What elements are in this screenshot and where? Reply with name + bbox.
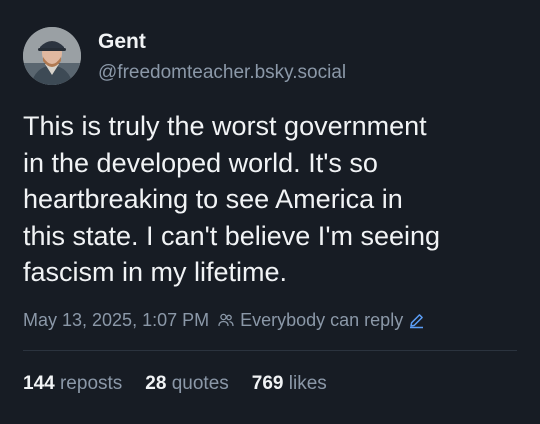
- people-icon: [218, 313, 234, 327]
- post-meta-row: May 13, 2025, 1:07 PM Everybody can repl…: [23, 307, 425, 333]
- likes-count: 769: [251, 373, 284, 394]
- user-avatar-icon: [23, 27, 81, 85]
- post-text-line: heartbreaking to see America in: [23, 184, 403, 214]
- author-display-name[interactable]: Gent: [98, 30, 146, 54]
- post-text-line: This is truly the worst government: [23, 111, 427, 141]
- post-text-line: in the developed world. It's so: [23, 147, 378, 178]
- post-text-line: this state. I can't believe I'm seeing: [23, 220, 441, 251]
- post-text-line: fascism in my lifetime.: [23, 257, 288, 287]
- post-timestamp[interactable]: May 13, 2025, 1:07 PM: [23, 310, 209, 331]
- author-handle[interactable]: @freedomteacher.bsky.social: [98, 62, 346, 84]
- quotes-count-link[interactable]: 28 quotes: [145, 373, 228, 395]
- reply-settings-label: Everybody can reply: [240, 309, 404, 330]
- divider: [23, 350, 517, 351]
- post-thread-item: Gent @freedomteacher.bsky.social This is…: [0, 0, 540, 424]
- likes-count-link[interactable]: 769 likes: [252, 373, 327, 395]
- quotes-label: quotes: [171, 373, 229, 394]
- reposts-label: reposts: [59, 373, 123, 394]
- quotes-count: 28: [145, 373, 167, 394]
- post-text: This is truly the worst government in th…: [23, 108, 523, 291]
- avatar[interactable]: [23, 27, 81, 85]
- pencil-icon: [410, 313, 424, 328]
- reposts-count: 144: [23, 373, 55, 394]
- reply-settings-button[interactable]: Everybody can reply: [218, 310, 425, 331]
- likes-label: likes: [288, 373, 327, 394]
- reposts-count-link[interactable]: 144 reposts: [23, 373, 122, 395]
- post-stats-row: 144 reposts 28 quotes 769 likes: [23, 373, 350, 395]
